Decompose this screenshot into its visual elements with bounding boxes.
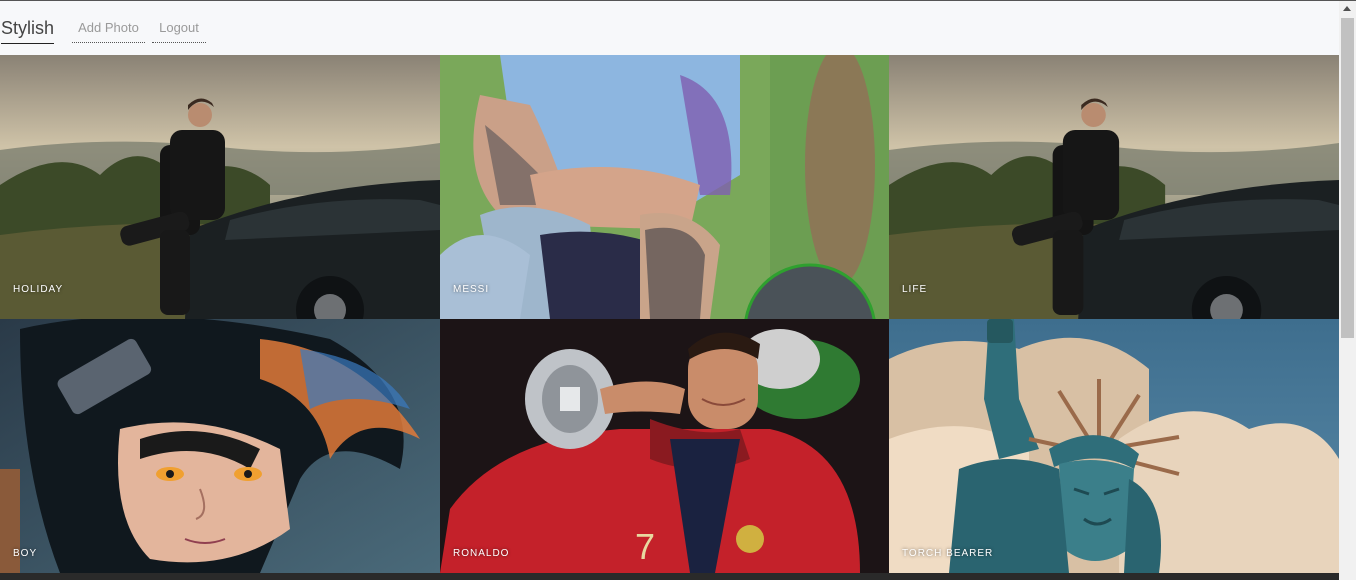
- photo-tile-torch-bearer[interactable]: TORCH BEARER: [889, 319, 1339, 573]
- photo-ronaldo-image: 7: [440, 319, 889, 573]
- photo-caption: BOY: [13, 548, 38, 559]
- page: Stylish Add Photo Logout HOLIDAY MESSI L…: [0, 0, 1356, 580]
- photo-boy-image: [0, 319, 440, 573]
- photo-tile-boy[interactable]: BOY: [0, 319, 440, 573]
- photo-caption: HOLIDAY: [13, 284, 64, 295]
- add-photo-link[interactable]: Add Photo: [72, 20, 145, 43]
- photo-tile-messi[interactable]: MESSI: [440, 55, 889, 319]
- photo-tile-ronaldo[interactable]: 7 RONALDO: [440, 319, 889, 573]
- photo-caption: MESSI: [453, 284, 490, 295]
- photo-caption: LIFE: [902, 284, 928, 295]
- navbar: Stylish Add Photo Logout: [0, 1, 1339, 55]
- photo-gallery: HOLIDAY MESSI LIFE BOY 7 RONALDO TORCH B…: [0, 55, 1339, 573]
- photo-caption: TORCH BEARER: [902, 548, 994, 559]
- brand-logo[interactable]: Stylish: [1, 17, 55, 44]
- photo-caption: RONALDO: [453, 548, 510, 559]
- bottom-bar: [0, 573, 1339, 580]
- photo-torch-bearer-image: [889, 319, 1339, 573]
- logout-link[interactable]: Logout: [152, 20, 206, 43]
- scroll-up-arrow-icon[interactable]: [1343, 6, 1351, 11]
- photo-messi-image: [440, 55, 889, 319]
- photo-holiday-image: [0, 55, 440, 319]
- vertical-scrollbar[interactable]: [1339, 1, 1356, 580]
- photo-tile-holiday[interactable]: HOLIDAY: [0, 55, 440, 319]
- scrollbar-thumb[interactable]: [1341, 18, 1354, 338]
- svg-text:7: 7: [635, 526, 655, 567]
- photo-tile-life[interactable]: LIFE: [889, 55, 1339, 319]
- photo-life-image: [889, 55, 1339, 319]
